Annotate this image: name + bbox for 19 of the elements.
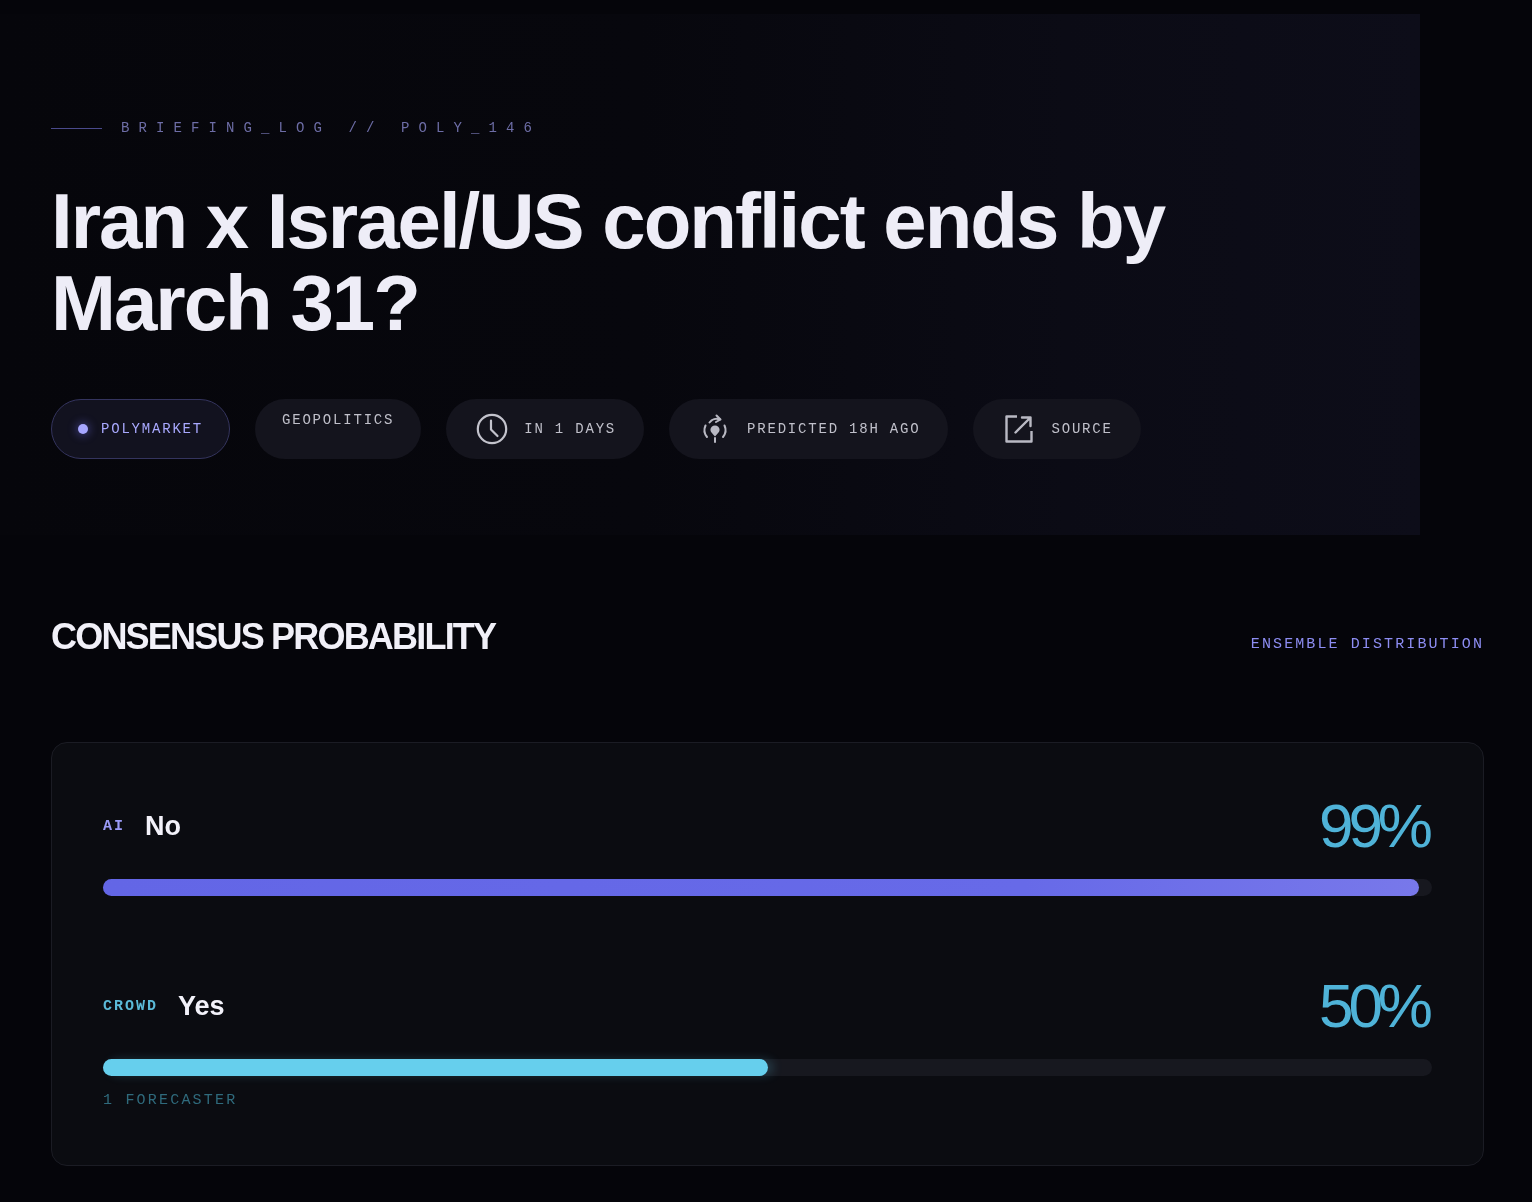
outcome-label: Yes [178, 990, 225, 1022]
outcome-label: No [145, 810, 181, 842]
deadline-text: IN 1 DAYS [524, 421, 617, 437]
source-tag: CROWD [103, 997, 158, 1015]
probability-value: 50% [1318, 974, 1430, 1038]
briefing-code: BRIEFING_LOG // POLY_146 [121, 120, 542, 136]
section-subtitle: ENSEMBLE DISTRIBUTION [1250, 636, 1484, 653]
source-link[interactable]: SOURCE [973, 399, 1141, 459]
platform-name: POLYMARKET [101, 421, 203, 437]
forecaster-count: 1 FORECASTER [103, 1093, 239, 1109]
clock-icon [476, 413, 509, 445]
probability-value: 99% [1318, 794, 1430, 858]
source-tag: AI [103, 817, 125, 835]
question-title: Iran x Israel/US conflict ends by March 31? [51, 180, 1167, 344]
category-tag: GEOPOLITICS [255, 399, 422, 459]
section-title: CONSENSUS PROBABILITY [51, 617, 496, 657]
status-dot-icon [78, 424, 88, 434]
prediction-time-text: PREDICTED 18H AGO [747, 421, 921, 437]
external-link-icon [1003, 413, 1036, 445]
